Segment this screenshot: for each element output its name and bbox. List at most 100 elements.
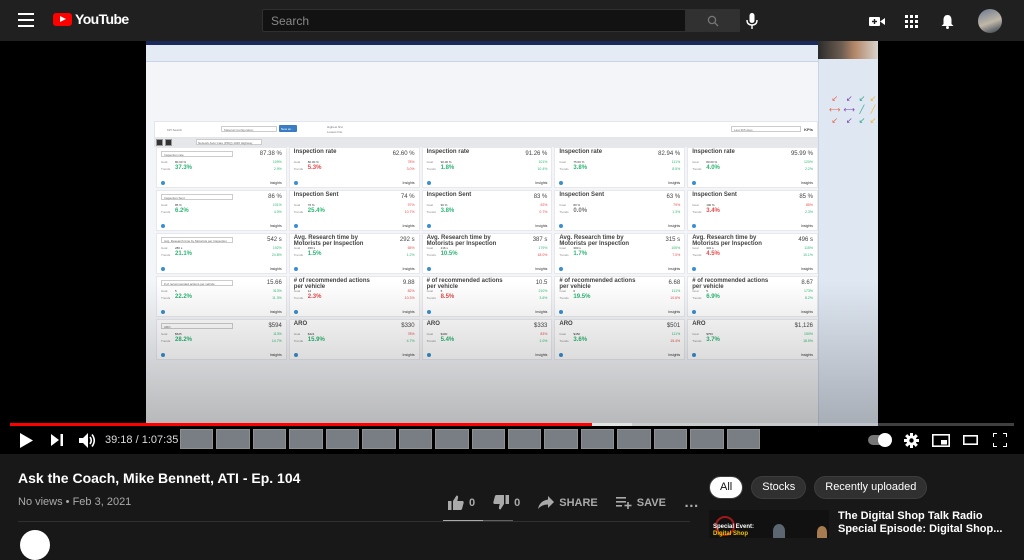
fullscreen-button[interactable] [992, 432, 1008, 448]
goal-label: Goal [161, 160, 168, 164]
apps-button[interactable] [901, 11, 921, 31]
trend-secondary-value: 8.5% [672, 167, 681, 171]
miniplayer-button[interactable] [932, 432, 950, 448]
goal-label: Goal [692, 160, 699, 164]
trend-value: 0.0% [573, 208, 588, 214]
insights-link: Insights [800, 267, 813, 271]
more-actions-button[interactable]: … [684, 494, 700, 511]
recommended-video[interactable]: Special Event: Digital Shop The Digital … [709, 510, 1024, 538]
arrow-style-icon: ↙ [831, 116, 839, 125]
trend-secondary-value: 2.3% [805, 210, 813, 214]
goal-label: Goal [559, 203, 566, 207]
kpi-title: Avg. Research time by Motorists per Insp… [293, 235, 364, 247]
goal-value: 280 s [175, 246, 183, 250]
menu-icon[interactable] [18, 13, 34, 27]
trends-label: Trends [293, 253, 304, 257]
create-button[interactable] [867, 11, 887, 31]
thumbnail-person [773, 524, 785, 538]
trend-value: 25.4% [307, 208, 325, 214]
arrow-style-icon: ↙ [845, 94, 853, 103]
trend-value: 3.8% [573, 165, 588, 171]
goal-percent: 120% [804, 160, 813, 164]
channel-avatar[interactable] [20, 530, 50, 560]
kpi-value: 62.60 % [392, 151, 415, 157]
insights-link: Insights [668, 224, 681, 228]
kpi-search-label: KPI Search [167, 128, 183, 132]
goal-percent: 101% [538, 160, 548, 164]
kpi-value: 315 s [665, 237, 681, 243]
fullscreen-icon [993, 433, 1007, 447]
goal-value: 85 % [175, 203, 182, 207]
kpis-label: KPIs [804, 127, 813, 132]
next-button[interactable] [50, 432, 64, 448]
notifications-button[interactable] [937, 11, 957, 31]
like-button[interactable]: 0 [448, 495, 475, 510]
goal-percent: 105% [671, 246, 681, 250]
kpi-title: Inspection rate [161, 151, 234, 157]
filter-chip[interactable]: Stocks [751, 476, 807, 499]
goal-label: Goal [559, 160, 566, 164]
goal-percent: 85% [805, 203, 813, 207]
trends-label: Trends [161, 210, 171, 214]
new-button: New ac.. [279, 125, 297, 132]
play-button[interactable] [18, 432, 34, 448]
kpi-value: 82.94 % [658, 151, 681, 157]
search-input[interactable] [263, 10, 685, 31]
trends-label: Trends [293, 167, 304, 171]
goal-percent: 109% [272, 160, 282, 164]
goal-value: 76 % [307, 203, 315, 207]
arrow-style-icon: ⟷ [843, 105, 855, 114]
storyboard-preview [180, 429, 760, 449]
kpi-card: Inspection rate 95.99 % Goal 80.00 % 120… [687, 147, 818, 188]
settings-gear-icon [903, 432, 919, 448]
save-button[interactable]: SAVE [615, 496, 666, 509]
kpi-card: Avg. Research time by Motorists per Insp… [687, 233, 818, 274]
goal-percent: 97% [407, 203, 415, 207]
info-icon [161, 181, 165, 185]
thumbs-up-icon [448, 495, 464, 510]
recommended-thumbnail[interactable]: Special Event: Digital Shop [709, 510, 829, 538]
autoplay-toggle[interactable] [868, 433, 892, 447]
account-avatar[interactable] [978, 9, 1002, 33]
location-select: Network Auto Care (PDQ) 1026 Highway [196, 139, 262, 145]
kpi-card: Inspection rate 91.26 % Goal 90.00 % 101… [421, 147, 553, 188]
info-icon [692, 267, 697, 271]
arrow-style-icon: ↙ [858, 116, 866, 125]
kpi-title: Avg. Research time by Motorists per Insp… [692, 235, 762, 247]
goal-label: Goal [293, 160, 301, 164]
radio-lowest: Lowest first [327, 130, 343, 134]
kpi-title: Inspection Sent [426, 192, 472, 198]
filter-chip[interactable]: Recently uploaded [814, 476, 928, 499]
recommended-title[interactable]: The Digital Shop Talk Radio Special Epis… [838, 510, 1018, 536]
goal-label: Goal [426, 203, 433, 207]
kpi-value: 95.99 % [790, 151, 813, 157]
microphone-button[interactable] [742, 11, 762, 31]
trend-value: 3.4% [706, 208, 720, 214]
kpi-title: Inspection Sent [559, 192, 605, 198]
arrow-style-icon: ↙ [869, 116, 877, 125]
theater-mode-button[interactable] [962, 432, 978, 448]
goal-label: Goal [293, 246, 301, 250]
info-icon [293, 181, 298, 185]
kpi-card: Inspection Sent 74 % Goal 76 % 97% Trend… [288, 190, 420, 231]
search-button[interactable] [686, 9, 740, 32]
filter-chip[interactable]: All [709, 476, 744, 499]
share-button[interactable]: SHARE [538, 496, 598, 509]
settings-button[interactable] [903, 432, 919, 448]
trend-secondary-value: 3.0% [406, 167, 415, 171]
progress-bar[interactable] [10, 423, 1014, 426]
create-video-icon [869, 16, 885, 26]
goal-percent: 179% [538, 246, 548, 250]
trend-value: 1.8% [440, 165, 455, 171]
video-player[interactable]: KPI Search Material Configuration New ac… [0, 41, 1024, 454]
volume-button[interactable] [78, 432, 96, 448]
info-icon [426, 224, 431, 228]
arrow-style-palette: ↙ ↙ ↙ ↙ ⟷ ⟷ ╱ ╱ ↙ ↙ ↙ ↙ [829, 95, 877, 125]
trend-value: 21.1% [175, 251, 193, 257]
dislike-button[interactable]: 0 [493, 495, 520, 510]
kpi-value: 87.38 % [259, 151, 282, 157]
trends-label: Trends [692, 167, 702, 171]
goal-percent: 78% [407, 160, 415, 164]
goal-label: Goal [161, 246, 168, 250]
youtube-logo[interactable]: YouTube [53, 11, 129, 27]
